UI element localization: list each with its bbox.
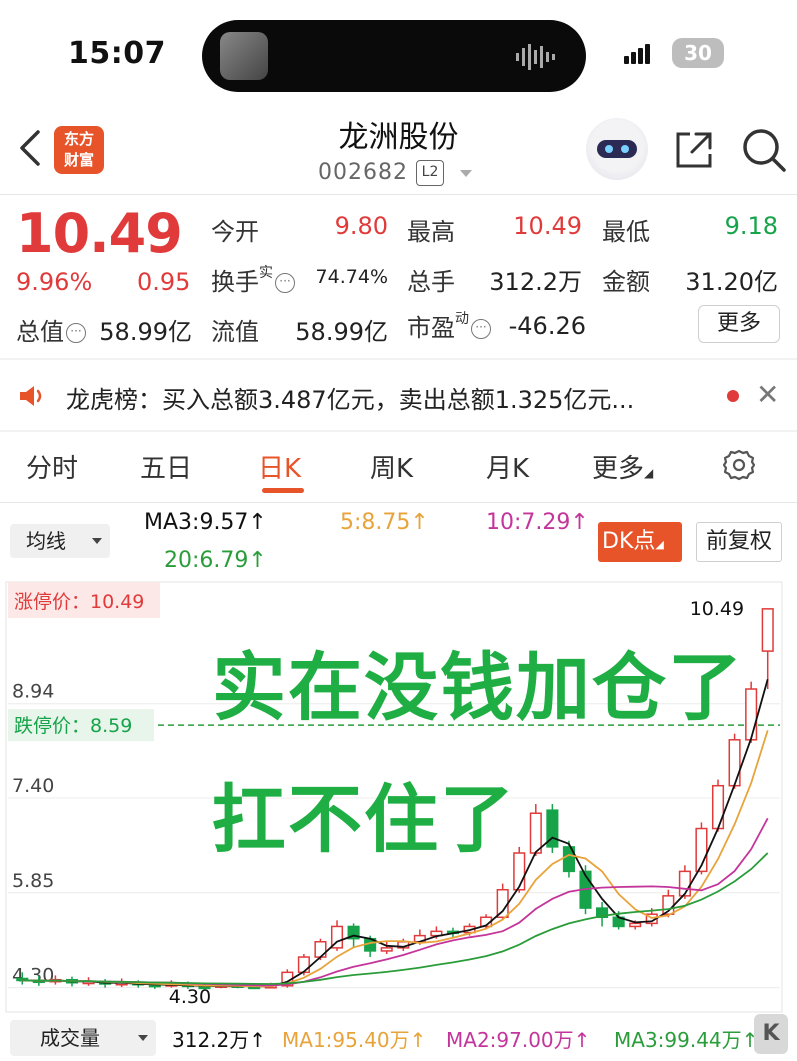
total-cap-label: 总值 ··· — [16, 312, 86, 347]
volume-selector[interactable]: 成交量 — [10, 1020, 156, 1056]
open-value: 9.80 — [334, 212, 388, 240]
divider — [0, 502, 797, 503]
ma10-value: 10:7.29↑ — [486, 510, 589, 535]
tab-weekly-k[interactable]: 周K — [370, 448, 413, 485]
speaker-icon — [20, 386, 42, 406]
audio-wave-icon — [516, 44, 555, 70]
volume-ma1: MA1:95.40万↑ — [282, 1028, 427, 1052]
divider — [0, 194, 797, 195]
divider — [0, 430, 797, 432]
info-dots-icon: ··· — [471, 319, 491, 339]
low-marker: 4.30 — [169, 986, 211, 1008]
gear-icon[interactable] — [722, 448, 756, 482]
share-icon[interactable] — [672, 128, 716, 172]
total-cap-value: 58.99亿 — [99, 318, 192, 346]
close-icon[interactable]: ✕ — [756, 378, 779, 411]
low-value: 9.18 — [724, 212, 778, 240]
axis-tick-label: 8.94 — [12, 681, 54, 703]
limit-up-label: 涨停价：10.49 — [14, 591, 144, 613]
volume-value: 312.2万 — [489, 268, 582, 296]
pe-value: -46.26 — [508, 312, 586, 340]
candle-body — [761, 608, 774, 652]
info-dots-icon: ··· — [66, 323, 86, 343]
signal-icon — [624, 44, 652, 64]
high-value: 10.49 — [513, 212, 582, 240]
turnover-label: 换手实 ··· — [211, 262, 295, 297]
float-cap-label: 流值 — [211, 318, 259, 346]
open-label: 今开 — [211, 218, 259, 246]
search-icon[interactable] — [740, 126, 788, 174]
amount-label: 金额 — [602, 268, 650, 296]
float-cap-value: 58.99亿 — [295, 318, 388, 346]
high-label: 最高 — [407, 218, 455, 246]
change-percent: 9.96% — [16, 268, 93, 296]
axis-tick-label: 5.85 — [12, 870, 54, 892]
candle-body — [711, 784, 725, 830]
limit-down-label: 跌停价：8.59 — [14, 715, 132, 737]
high-marker: 10.49 — [690, 598, 744, 620]
level2-badge[interactable]: L2 — [416, 160, 444, 186]
amount-value: 31.20亿 — [685, 268, 778, 296]
candle-body — [380, 947, 393, 952]
overlay-caption-1: 实在没钱加仓了 — [212, 645, 744, 731]
low-label: 最低 — [602, 218, 650, 246]
news-text[interactable]: 龙虎榜：买入总额3.487亿元，卖出总额1.325亿元... — [66, 380, 634, 415]
pe-label: 市盈动 ··· — [407, 308, 491, 343]
dynamic-island[interactable] — [202, 20, 586, 92]
status-time: 15:07 — [68, 36, 166, 71]
more-quote-button[interactable]: 更多 — [698, 305, 780, 343]
tab-more[interactable]: 更多◢ — [592, 448, 653, 485]
k-toggle-button[interactable]: K — [754, 1014, 788, 1054]
chevron-down-icon[interactable] — [460, 170, 472, 177]
candle-body — [728, 739, 741, 787]
current-price: 10.49 — [16, 202, 183, 265]
candle-body — [297, 956, 310, 974]
tab-intraday[interactable]: 分时 — [26, 448, 78, 485]
dk-point-button[interactable]: DK点◢ — [598, 522, 682, 562]
ma5-value: 5:8.75↑ — [340, 510, 429, 535]
tab-monthly-k[interactable]: 月K — [486, 448, 529, 485]
candle-body — [745, 688, 758, 741]
tab-five-day[interactable]: 五日 — [140, 448, 192, 485]
volume-ma2: MA2:97.00万↑ — [446, 1028, 591, 1052]
tab-daily-k[interactable]: 日K — [258, 448, 301, 485]
axis-tick-label: 7.40 — [12, 775, 54, 797]
adjust-button[interactable]: 前复权 — [696, 522, 782, 562]
volume-ma3: MA3:99.44万↑ — [614, 1028, 759, 1052]
ma3-value: MA3:9.57↑ — [144, 510, 267, 535]
candle-body — [629, 922, 642, 928]
change-amount: 0.95 — [137, 268, 191, 296]
info-dots-icon: ··· — [275, 273, 295, 293]
overlay-caption-2: 扛不住了 — [212, 777, 516, 863]
assistant-robot-icon[interactable] — [586, 118, 648, 180]
battery-icon: 30 — [672, 38, 724, 68]
media-thumbnail — [220, 32, 268, 80]
ma20-value: 20:6.79↑ — [164, 548, 267, 573]
stock-code: 002682 — [318, 160, 408, 185]
axis-tick-label: 4.30 — [12, 965, 54, 987]
tab-active-indicator — [262, 488, 304, 493]
indicator-selector[interactable]: 均线 — [10, 524, 110, 558]
volume-label: 总手 — [407, 268, 455, 296]
candle-body — [529, 812, 542, 854]
volume-total: 312.2万↑ — [172, 1028, 267, 1052]
turnover-value: 74.74% — [315, 266, 388, 288]
unread-dot — [727, 390, 739, 402]
